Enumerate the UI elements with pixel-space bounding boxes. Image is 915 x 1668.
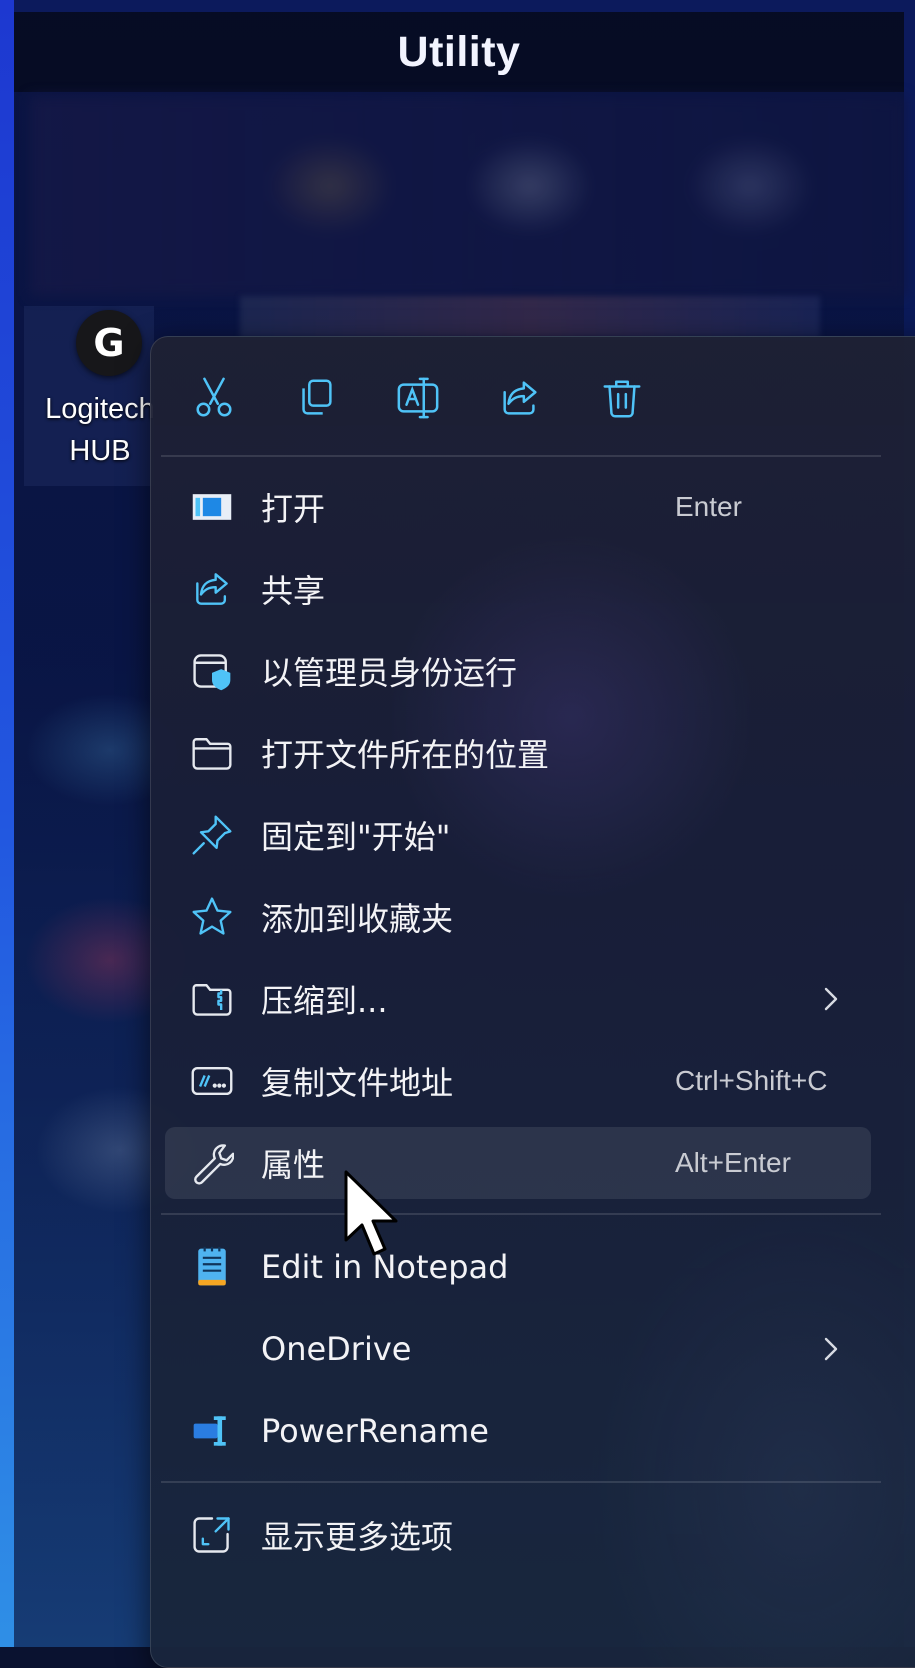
admin-shield-icon bbox=[189, 648, 235, 694]
menu-item-label: 以管理员身份运行 bbox=[261, 654, 518, 692]
share-button[interactable] bbox=[489, 367, 551, 429]
window-title-bar[interactable]: Utility bbox=[14, 12, 904, 92]
context-menu: 打开 Enter 共享 以管理员身份运行 打开文件所在的位置 固定到"开始" 添… bbox=[150, 336, 915, 1668]
delete-icon bbox=[603, 380, 641, 418]
menu-item-share[interactable]: 共享 bbox=[165, 553, 871, 625]
copy-path-icon bbox=[189, 1058, 235, 1104]
app-window-icon bbox=[189, 484, 235, 530]
logitech-g-logo-icon: G bbox=[76, 310, 142, 376]
menu-item-run-as-admin[interactable]: 以管理员身份运行 bbox=[165, 635, 871, 707]
shortcut-label: Ctrl+Shift+C bbox=[675, 1065, 828, 1096]
blurred-content-strip bbox=[240, 296, 820, 338]
share-icon bbox=[189, 566, 235, 612]
menu-item-copy-path[interactable]: 复制文件地址 Ctrl+Shift+C bbox=[165, 1045, 871, 1117]
menu-item-compress-to[interactable]: 压缩到... bbox=[165, 963, 871, 1035]
mouse-cursor-icon bbox=[344, 1170, 398, 1256]
zip-folder-icon bbox=[189, 976, 235, 1022]
menu-item-label: 复制文件地址 bbox=[261, 1064, 454, 1102]
window-title: Utility bbox=[397, 27, 521, 76]
wrench-icon bbox=[189, 1140, 235, 1186]
menu-item-properties[interactable]: 属性 Alt+Enter bbox=[165, 1127, 871, 1199]
folder-icon bbox=[189, 730, 235, 776]
shortcut-label-line2: HUB bbox=[69, 435, 131, 467]
star-icon bbox=[189, 894, 235, 940]
menu-item-edit-in-notepad[interactable]: Edit in Notepad bbox=[165, 1231, 871, 1303]
delete-button[interactable] bbox=[591, 367, 653, 429]
cut-icon bbox=[196, 377, 232, 417]
share-icon bbox=[503, 381, 537, 415]
powerrename-icon bbox=[189, 1408, 235, 1454]
pin-icon bbox=[189, 812, 235, 858]
menu-item-powerrename[interactable]: PowerRename bbox=[165, 1395, 871, 1467]
menu-item-label: PowerRename bbox=[261, 1412, 489, 1450]
menu-item-label: 压缩到... bbox=[261, 982, 388, 1020]
menu-item-add-to-favorites[interactable]: 添加到收藏夹 bbox=[165, 881, 871, 953]
menu-item-label: 属性 bbox=[261, 1146, 326, 1184]
blurred-content bbox=[30, 96, 906, 296]
menu-item-show-more-options[interactable]: 显示更多选项 bbox=[165, 1499, 871, 1571]
shortcut-label: Logitech HUB bbox=[30, 388, 170, 472]
menu-item-label: 添加到收藏夹 bbox=[261, 900, 454, 938]
menu-item-open[interactable]: 打开 Enter bbox=[165, 471, 871, 543]
menu-separator bbox=[161, 1213, 881, 1215]
menu-item-label: 打开文件所在的位置 bbox=[261, 736, 550, 774]
show-more-icon bbox=[189, 1512, 235, 1558]
shortcut-label: Alt+Enter bbox=[675, 1147, 791, 1178]
cut-button[interactable] bbox=[183, 367, 245, 429]
menu-item-onedrive[interactable]: OneDrive bbox=[165, 1313, 871, 1385]
copy-button[interactable] bbox=[285, 367, 347, 429]
copy-icon bbox=[302, 379, 332, 415]
window-edge-glow bbox=[0, 0, 14, 1647]
menu-item-label: OneDrive bbox=[261, 1330, 412, 1368]
menu-item-label: 显示更多选项 bbox=[261, 1518, 454, 1556]
chevron-right-icon bbox=[824, 987, 838, 1011]
context-menu-toolbar bbox=[151, 337, 915, 455]
notepad-icon bbox=[189, 1244, 235, 1290]
shortcut-label: Enter bbox=[675, 491, 742, 522]
menu-item-pin-to-start[interactable]: 固定到"开始" bbox=[165, 799, 871, 871]
shortcut-label-line1: Logitech bbox=[45, 393, 155, 425]
rename-button[interactable] bbox=[387, 367, 449, 429]
rename-icon bbox=[397, 377, 439, 419]
menu-item-label: 固定到"开始" bbox=[261, 818, 451, 856]
menu-separator bbox=[161, 1481, 881, 1483]
menu-item-open-location[interactable]: 打开文件所在的位置 bbox=[165, 717, 871, 789]
menu-separator bbox=[161, 455, 881, 457]
menu-item-label: 共享 bbox=[261, 572, 326, 610]
menu-item-label: 打开 bbox=[261, 490, 326, 528]
chevron-right-icon bbox=[824, 1337, 838, 1361]
